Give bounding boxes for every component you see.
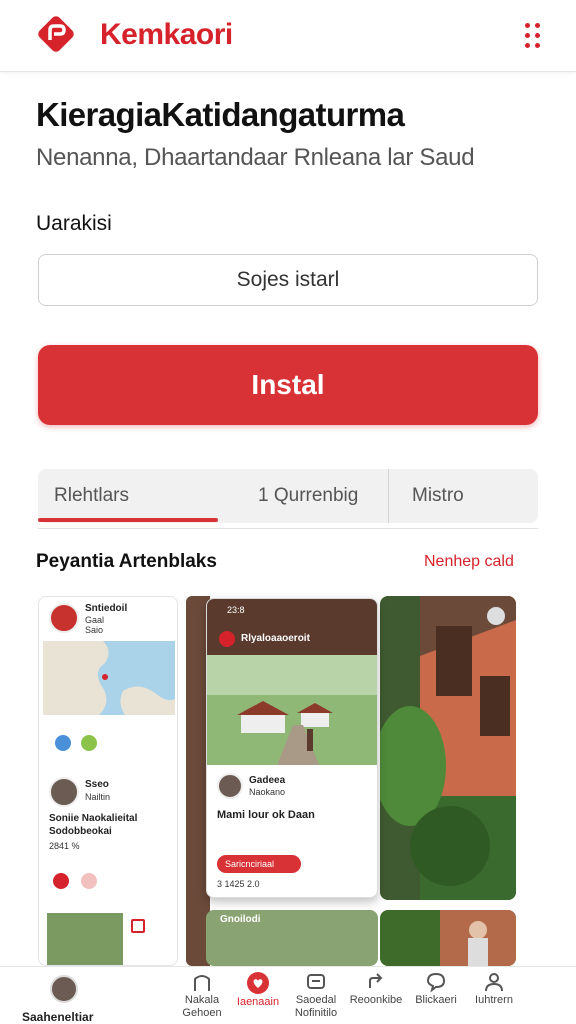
screenshot-1[interactable]: Sntiedoil Gaal Saio Sseo Nailtin Soniie … — [38, 596, 178, 966]
bookmark-icon — [131, 919, 145, 933]
green-dot-icon — [81, 735, 97, 751]
tab-2[interactable]: 1 Qurrenbig — [258, 469, 358, 523]
section-link[interactable]: Nenhep cald — [424, 553, 514, 571]
shot2-status: 23:8 — [227, 605, 245, 615]
nav-user[interactable]: Iuhtrern — [462, 971, 526, 1006]
nav-user-label: Iuhtrern — [475, 994, 513, 1006]
active-tab-indicator — [38, 518, 218, 522]
shot2-author: Gadeea — [249, 775, 286, 786]
nav-profile-label[interactable]: Saaheneltiar — [22, 1010, 93, 1024]
shot2-action-label: Saricnciriaal — [225, 859, 275, 869]
nav-active-label: Iaenaain — [236, 996, 280, 1008]
heart-pin-icon — [247, 972, 269, 994]
shot2-logo-icon — [219, 631, 235, 647]
tab-divider — [388, 469, 389, 523]
shot2-caption: Mami lour ok Daan — [217, 809, 315, 821]
shot1-post-title2: Sodobbeokai — [49, 826, 112, 837]
shot2-header: 23:8 Rlyaloaaoeroit — [207, 599, 377, 655]
app-subtitle: Nenanna, Dhaartandaar Rnleana lar Saud — [36, 144, 475, 171]
nav-chat-label: Blickaeri — [415, 994, 457, 1006]
text-input[interactable] — [38, 254, 538, 306]
brand-logo-icon[interactable] — [36, 14, 76, 54]
shot2-avatar — [217, 773, 243, 799]
tab-bar: Rlehtlars 1 Qurrenbig Mistro — [38, 469, 538, 523]
shot1-post-meta: Nailtin — [85, 792, 111, 802]
field-label: Uarakisi — [36, 212, 112, 235]
shot2-lower-label: Gnoilodi — [220, 914, 261, 925]
shot1-post-meta2: 2841 % — [49, 841, 80, 851]
post-avatar — [49, 777, 79, 807]
app-title: KieragiaKatidangaturma — [36, 96, 405, 133]
shot2-author-meta: Naokano — [249, 787, 286, 797]
shot2-footer: 3 1425 2.0 — [217, 879, 260, 889]
screenshot-3[interactable] — [380, 596, 516, 900]
home-icon — [194, 975, 210, 991]
profile-avatar[interactable] — [50, 975, 78, 1003]
section-title: Peyantia Artenblaks — [36, 551, 217, 572]
brand-name: Kemkaori — [100, 18, 233, 51]
shot1-header-name: Sntiedoil — [85, 603, 128, 614]
shot2-title: Rlyaloaaoeroit — [241, 633, 310, 644]
screenshot-3-lower — [380, 910, 516, 966]
nav-messages[interactable]: Saoedal Nofinitilo — [284, 971, 348, 1019]
screenshot-2[interactable]: 23:8 Rlyaloaaoeroit Gadeea Naokano Mami … — [206, 598, 378, 898]
photo-thumbnail — [47, 913, 123, 965]
nav-home[interactable]: Nakala Gehoen — [170, 971, 234, 1019]
tab-3[interactable]: Mistro — [412, 469, 464, 523]
nav-share[interactable]: Reoonkibe — [344, 971, 408, 1006]
divider — [38, 528, 538, 529]
share-icon — [369, 973, 383, 988]
bottom-navigation: Saaheneltiar Nakala Gehoen Iaenaain Saoe… — [0, 966, 576, 1024]
nav-chat[interactable]: Blickaeri — [404, 971, 468, 1006]
pink-dot-icon — [81, 873, 97, 889]
install-button[interactable]: Instal — [38, 345, 538, 425]
shot1-header-line2: Gaal — [85, 615, 105, 625]
nav-home-label: Nakala — [184, 994, 220, 1006]
avatar — [49, 603, 79, 633]
message-icon — [307, 974, 325, 989]
screenshot-2-lower: Gnoilodi — [206, 910, 378, 966]
shot2-action-button: Saricnciriaal — [217, 855, 301, 873]
chat-icon — [426, 972, 446, 993]
shot1-header-line3: Saio — [85, 625, 104, 635]
map-thumbnail — [43, 641, 175, 715]
more-dots-icon[interactable] — [520, 22, 544, 48]
nav-home-label2: Gehoen — [182, 1007, 222, 1019]
shot1-post-author: Sseo — [85, 779, 109, 790]
top-app-bar: Kemkaori — [0, 0, 576, 72]
nav-messages-label2: Nofinitilo — [294, 1007, 338, 1019]
shot1-post-title: Soniie Naokalieital — [49, 813, 138, 824]
village-photo — [207, 655, 377, 765]
blue-dot-icon — [55, 735, 71, 751]
nav-messages-label: Saoedal — [295, 994, 337, 1006]
nav-active[interactable]: Iaenaain — [226, 971, 290, 1008]
red-dot-icon — [53, 873, 69, 889]
nav-share-label: Reoonkibe — [349, 994, 403, 1006]
tab-1[interactable]: Rlehtlars — [54, 469, 129, 523]
user-icon — [485, 973, 503, 992]
